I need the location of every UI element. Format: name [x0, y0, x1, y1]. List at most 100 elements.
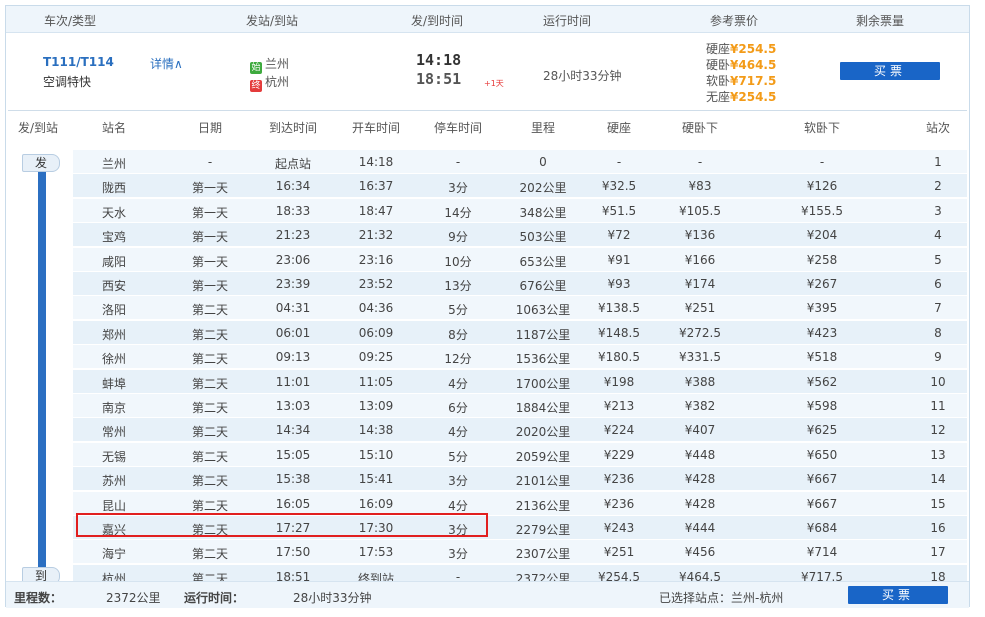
- stop-duration: 3分: [448, 474, 468, 489]
- train-code-link[interactable]: T111/T114: [43, 55, 114, 69]
- stop-duration: 4分: [448, 376, 468, 391]
- stop-row: 徐州 第二天 09:13 09:25 12分 1536公里 ¥180.5 ¥331.5 ¥518…: [73, 344, 967, 369]
- stop-day: 第二天: [191, 498, 229, 513]
- soft-sleeper-price: ¥155.5: [801, 203, 843, 218]
- distance: 1187公里: [515, 327, 571, 342]
- soft-sleeper-price: ¥258: [806, 252, 838, 267]
- footer-buy-button[interactable]: 买票: [848, 586, 948, 604]
- stop-duration: 9分: [448, 230, 468, 245]
- stop-row: 蚌埠 第二天 11:01 11:05 4分 1700公里 ¥198 ¥388 ¥562 10: [73, 368, 967, 393]
- stop-row: 陇西 第一天 16:34 16:37 3分 202公里 ¥32.5 ¥83 ¥126 2: [73, 173, 967, 198]
- from-station: 始兰州: [250, 55, 289, 74]
- arrive-time: 21:23: [275, 228, 311, 243]
- hard-seat-price: ¥236: [603, 472, 635, 487]
- hard-sleeper-price: ¥456: [684, 545, 716, 560]
- stop-day: -: [207, 155, 213, 169]
- stop-index: 2: [934, 179, 942, 194]
- stop-index: 8: [934, 325, 942, 340]
- stop-day: 第二天: [191, 327, 229, 342]
- distance: 0: [539, 155, 547, 169]
- soft-sleeper-price: ¥625: [806, 423, 838, 438]
- stop-day: 第二天: [191, 376, 229, 391]
- hard-seat-price: ¥229: [603, 447, 635, 462]
- hard-sleeper-price: ¥136: [684, 228, 716, 243]
- distance: 1700公里: [515, 376, 571, 391]
- depart-time: 21:32: [358, 228, 394, 243]
- stop-name: 西安: [101, 279, 127, 293]
- stop-name: 徐州: [101, 352, 127, 367]
- stop-table: 发/到站 站名 日期 到达时间 开车时间 停车时间 里程 硬座 硬卧下 软卧下 站次 兰州 - 起点站 1…: [8, 110, 967, 588]
- highlight-box: [76, 513, 488, 537]
- soft-sleeper-price: ¥562: [806, 374, 838, 389]
- to-station-name: 杭州: [265, 75, 290, 89]
- depart-time: 23:52: [358, 277, 394, 291]
- distance: 653公里: [519, 254, 567, 269]
- hard-sleeper-price: ¥331.5: [679, 350, 721, 365]
- stop-name: 苏州: [101, 474, 127, 489]
- hard-sleeper-price: ¥428: [684, 472, 716, 487]
- results-header: 车次/类型 发站/到站 发/到时间 运行时间 参考票价 剩余票量: [6, 6, 969, 33]
- stop-day: 第一天: [191, 279, 229, 293]
- soft-sleeper-price: ¥204: [806, 228, 838, 243]
- stop-name: 无锡: [101, 449, 127, 464]
- depart-time: 15:10: [358, 447, 394, 462]
- stop-index: 7: [934, 301, 942, 316]
- stop-name: 常州: [101, 425, 127, 440]
- stop-row: 兰州 - 起点站 14:18 - 0 - - - 1: [73, 149, 967, 173]
- stop-row: 苏州 第二天 15:38 15:41 3分 2101公里 ¥236 ¥428 ¥667 14: [73, 466, 967, 491]
- soft-sleeper-price: ¥650: [806, 447, 838, 462]
- header-times: 发/到时间: [411, 14, 464, 28]
- soft-sleeper-price: ¥126: [806, 179, 838, 194]
- distance: 2101公里: [515, 474, 571, 489]
- stop-row: 咸阳 第一天 23:06 23:16 10分 653公里 ¥91 ¥166 ¥258 5: [73, 246, 967, 271]
- hard-sleeper-price: ¥166: [684, 252, 716, 267]
- depart-time: 06:09: [358, 325, 394, 340]
- stop-index: 11: [930, 399, 946, 413]
- hard-seat-price: ¥236: [603, 496, 635, 511]
- distance: 1063公里: [515, 303, 571, 318]
- distance: 2020公里: [515, 425, 571, 440]
- hard-seat-price: ¥251: [603, 545, 635, 560]
- hard-sleeper-price: ¥174: [684, 277, 716, 291]
- hard-seat-price: ¥148.5: [598, 325, 640, 340]
- hard-seat-price: ¥32.5: [601, 179, 637, 194]
- stop-index: 3: [934, 203, 942, 218]
- soft-sleeper-price: ¥395: [806, 301, 838, 316]
- stop-row: 洛阳 第二天 04:31 04:36 5分 1063公里 ¥138.5 ¥251 ¥395 7: [73, 295, 967, 320]
- hard-seat-price: ¥198: [603, 374, 635, 389]
- stop-day: 第二天: [191, 547, 229, 562]
- details-toggle[interactable]: 详情∧: [150, 55, 183, 72]
- stop-duration: 5分: [448, 449, 468, 464]
- runtime-value: 28小时33分钟: [293, 591, 372, 605]
- stop-day: 第二天: [191, 449, 229, 464]
- hard-sleeper-price: ¥444: [684, 521, 716, 535]
- header-train: 车次/类型: [44, 14, 97, 28]
- soft-sleeper-price: -: [819, 155, 825, 169]
- buy-ticket-button[interactable]: 买票: [840, 62, 940, 80]
- stop-name: 昆山: [101, 498, 127, 513]
- hard-seat-price: ¥224: [603, 423, 635, 438]
- stop-row: 常州 第二天 14:34 14:38 4分 2020公里 ¥224 ¥407 ¥625 12: [73, 417, 967, 442]
- stop-index: 9: [934, 350, 942, 365]
- stop-day: 第一天: [191, 205, 229, 220]
- stop-index: 15: [930, 496, 946, 511]
- stop-name: 咸阳: [101, 254, 127, 269]
- arrive-time: 06:01: [275, 325, 311, 340]
- hard-seat-price: -: [616, 155, 622, 169]
- column-header: 硬卧下: [681, 121, 719, 135]
- stop-day: 第二天: [191, 303, 229, 318]
- column-header: 发/到站: [17, 121, 59, 135]
- train-row: T111/T114 详情∧ 空调特快 始兰州 终杭州 14:18 18:51 +…: [6, 33, 969, 107]
- depart-time: 16:09: [358, 496, 394, 511]
- soft-sleeper-price: ¥598: [806, 399, 838, 413]
- distance-value: 2372公里: [106, 591, 161, 605]
- soft-sleeper-price: ¥423: [806, 325, 838, 340]
- stop-table-header: 发/到站 站名 日期 到达时间 开车时间 停车时间 里程 硬座 硬卧下 软卧下 站次: [8, 119, 967, 143]
- stop-name: 郑州: [101, 327, 127, 342]
- depart-time: 16:37: [358, 179, 394, 194]
- price-item: 硬卧¥464.5: [706, 58, 777, 72]
- stop-duration: 10分: [444, 254, 472, 269]
- hard-sleeper-price: ¥448: [684, 447, 716, 462]
- hard-sleeper-price: ¥105.5: [679, 203, 721, 218]
- arrive-time: 15:05: [275, 447, 311, 462]
